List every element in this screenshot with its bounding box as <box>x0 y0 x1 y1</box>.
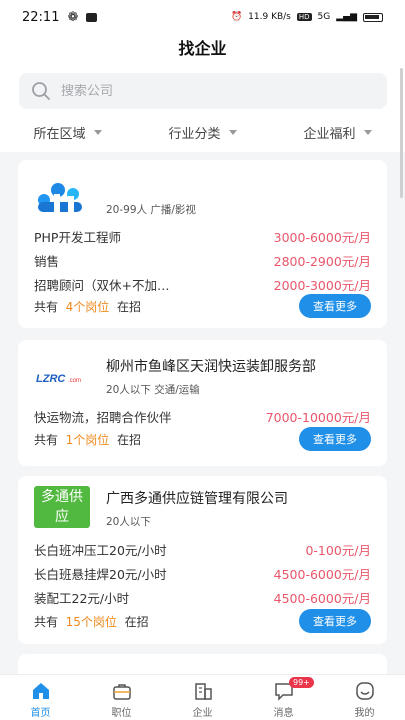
chevron-down-icon <box>93 129 102 135</box>
job-row[interactable]: 快运物流，招聘合作伙伴 7000-10000元/月 <box>34 407 371 426</box>
count-suffix: 在招 <box>124 614 149 629</box>
job-salary: 2000-3000元/月 <box>273 278 371 293</box>
count-suffix: 在招 <box>116 299 141 314</box>
job-row[interactable]: 长白班冲压工20元/小时 0-100元/月 <box>34 540 371 559</box>
count-value: 1个岗位 <box>65 432 110 447</box>
alarm-icon: ⏰ <box>230 12 243 22</box>
hd-badge: HD <box>296 13 312 21</box>
scrollbar[interactable] <box>400 68 403 198</box>
company-logo: LZRC .com <box>36 373 81 385</box>
view-more-button[interactable]: 查看更多 <box>299 427 371 451</box>
signal-label: 5G <box>317 12 331 22</box>
logo-text: 多通供应 <box>41 489 83 525</box>
job-count: 共有 15个岗位 在招 <box>34 613 149 630</box>
job-salary: 2800-2900元/月 <box>273 254 371 269</box>
job-row[interactable]: 招聘顾问（双休+不加… 2000-3000元/月 <box>34 275 371 294</box>
count-prefix: 共有 <box>34 299 59 314</box>
job-title: 装配工22元/小时 <box>34 591 130 606</box>
count-value: 15个岗位 <box>65 614 117 629</box>
svg-text:.com: .com <box>68 378 81 384</box>
job-row[interactable]: 装配工22元/小时 4500-6000元/月 <box>34 588 371 607</box>
job-title: 长白班悬挂焊20元/小时 <box>34 567 167 582</box>
filter-label: 行业分类 <box>168 126 221 142</box>
view-more-button[interactable]: 查看更多 <box>299 294 371 318</box>
status-bar: 22:11 ❁ ⏰ 11.9 KB/s HD 5G ▂▄▆ <box>0 0 405 34</box>
filter-label: 企业福利 <box>303 126 356 142</box>
tab-home[interactable]: 首页 <box>0 675 81 720</box>
job-count-row: 共有 15个岗位 在招 查看更多 <box>34 609 371 633</box>
filter-industry[interactable]: 行业分类 <box>135 118 270 146</box>
job-title: 招聘顾问（双休+不加… <box>34 278 170 293</box>
job-salary: 4500-6000元/月 <box>273 591 371 606</box>
count-value: 4个岗位 <box>65 299 110 314</box>
profile-icon <box>355 682 374 700</box>
job-count-row: 共有 1个岗位 在招 查看更多 <box>34 427 371 451</box>
view-more-button[interactable]: 查看更多 <box>299 609 371 633</box>
tab-companies[interactable]: 企业 <box>162 675 243 720</box>
building-icon <box>194 683 212 700</box>
job-count-row: 共有 4个岗位 在招 查看更多 <box>34 294 371 318</box>
tab-label: 职位 <box>111 708 132 719</box>
search-input[interactable] <box>61 83 361 99</box>
company-name: 广西多通供应链管理有限公司 <box>106 491 288 507</box>
company-card[interactable]: 多通供应 广西多通供应链管理有限公司 20人以下 长白班冲压工20元/小时 0-… <box>18 476 387 644</box>
tab-label: 我的 <box>354 708 375 719</box>
logo-text: LZRC <box>36 373 66 385</box>
job-count: 共有 1个岗位 在招 <box>34 431 141 448</box>
job-title: 销售 <box>34 254 60 269</box>
search-icon <box>32 82 50 100</box>
job-title: 长白班冲压工20元/小时 <box>34 543 167 558</box>
filter-region[interactable]: 所在区域 <box>0 118 135 146</box>
company-name: 柳州市鱼峰区天润快运装卸服务部 <box>106 359 316 375</box>
signal-icon: ▂▄▆ <box>336 12 357 22</box>
job-salary: 7000-10000元/月 <box>265 410 371 425</box>
company-card[interactable]: 20-99人 广播/影视 PHP开发工程师 3000-6000元/月 销售 28… <box>18 160 387 328</box>
job-salary: 0-100元/月 <box>305 543 371 558</box>
job-row[interactable]: 长白班悬挂焊20元/小时 4500-6000元/月 <box>34 564 371 583</box>
app-icon <box>86 12 98 22</box>
filter-label: 所在区域 <box>33 126 86 142</box>
company-meta: 20-99人 广播/影视 <box>106 204 196 216</box>
tab-jobs[interactable]: 职位 <box>81 675 162 720</box>
home-icon <box>32 683 49 699</box>
tab-messages[interactable]: 99+ 消息 <box>243 675 324 720</box>
tab-profile[interactable]: 我的 <box>324 675 405 720</box>
filter-benefits[interactable]: 企业福利 <box>270 118 405 146</box>
company-logo: 多通供应 <box>34 486 90 528</box>
job-title: PHP开发工程师 <box>34 230 121 245</box>
company-meta: 20人以下 <box>106 516 151 528</box>
network-speed: 11.9 KB/s <box>248 12 291 22</box>
tab-bar: 首页 职位 企业 99+ 消息 我的 <box>0 674 405 720</box>
filter-bar: 所在区域 行业分类 企业福利 <box>0 118 405 146</box>
count-suffix: 在招 <box>116 432 141 447</box>
company-card[interactable]: LZRC .com 柳州市鱼峰区天润快运装卸服务部 20人以下 交通/运输 快运… <box>18 340 387 466</box>
status-time: 22:11 <box>22 9 60 25</box>
unread-badge: 99+ <box>289 677 314 688</box>
battery-icon <box>363 12 383 22</box>
job-count: 共有 4个岗位 在招 <box>34 298 141 315</box>
job-row[interactable]: 销售 2800-2900元/月 <box>34 251 371 270</box>
tab-label: 企业 <box>192 708 213 719</box>
tab-label: 消息 <box>273 708 294 719</box>
page-title: 找企业 <box>178 39 227 58</box>
chevron-down-icon <box>363 129 372 135</box>
count-prefix: 共有 <box>34 432 59 447</box>
header: 找企业 所在区域 行业分类 企业福利 <box>0 34 405 152</box>
job-title: 快运物流，招聘合作伙伴 <box>34 410 172 425</box>
tab-label: 首页 <box>30 708 51 719</box>
job-row[interactable]: PHP开发工程师 3000-6000元/月 <box>34 227 371 246</box>
job-salary: 4500-6000元/月 <box>273 567 371 582</box>
count-prefix: 共有 <box>34 614 59 629</box>
chevron-down-icon <box>228 129 237 135</box>
briefcase-icon <box>112 684 131 700</box>
search-bar[interactable] <box>19 73 387 109</box>
notification-icon: ❁ <box>67 9 79 25</box>
job-salary: 3000-6000元/月 <box>273 230 371 245</box>
company-logo <box>38 183 82 212</box>
company-meta: 20人以下 交通/运输 <box>106 384 200 396</box>
